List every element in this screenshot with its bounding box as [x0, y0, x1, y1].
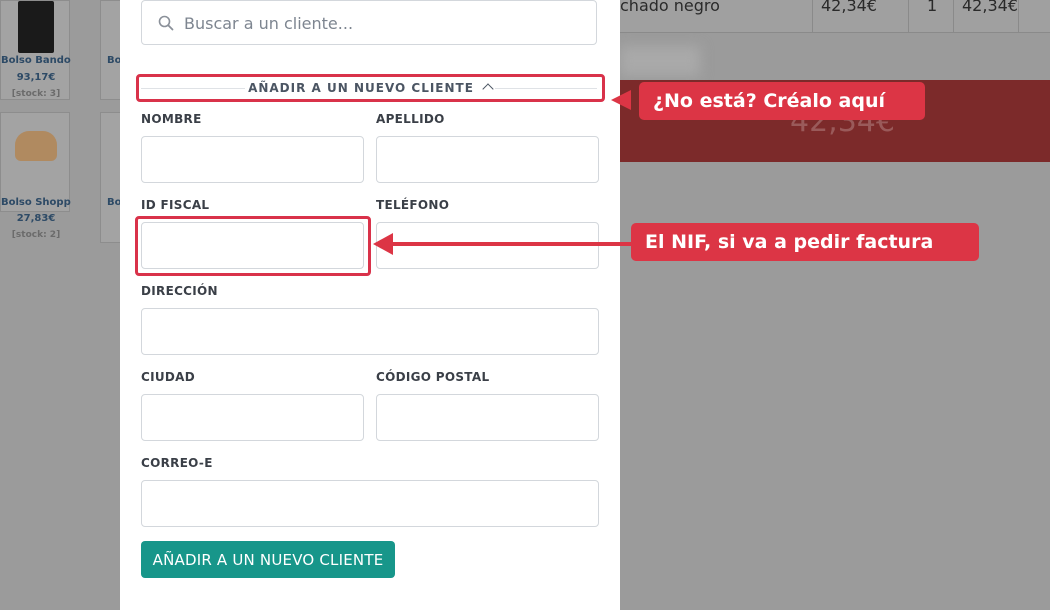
- highlight-new-client: [136, 74, 605, 102]
- product-image: [18, 1, 54, 53]
- email-label: CORREO-E: [141, 456, 213, 470]
- highlight-tax-id: [135, 216, 371, 276]
- product-stock: [stock: 2]: [11, 230, 61, 240]
- add-client-button[interactable]: AÑADIR A UN NUEVO CLIENTE: [141, 541, 395, 578]
- search-icon: [158, 15, 174, 31]
- address-label: DIRECCIÓN: [141, 284, 218, 298]
- ticket-line-total: 42,34€: [962, 0, 1018, 15]
- blurred-area: [620, 46, 700, 76]
- first-name-field[interactable]: [141, 136, 364, 183]
- product-card[interactable]: Bo: [100, 112, 122, 243]
- last-name-label: APELLIDO: [376, 112, 445, 126]
- callout-nif-hint: El NIF, si va a pedir factura: [631, 223, 979, 261]
- product-stock: [stock: 3]: [11, 89, 61, 99]
- arrow-line: [390, 242, 632, 246]
- arrow-left-icon: [611, 90, 631, 110]
- ticket-qty: 1: [927, 0, 938, 15]
- product-price: 93,17€: [16, 72, 56, 83]
- ticket-unit-price: 42,34€: [821, 0, 877, 15]
- ticket-divider: [908, 0, 909, 32]
- callout-create-here: ¿No está? Créalo aquí: [639, 82, 925, 120]
- product-image: [15, 131, 57, 161]
- address-field[interactable]: [141, 308, 599, 355]
- product-card[interactable]: Bolso Shoppe... 27,83€ [stock: 2]: [0, 112, 71, 240]
- search-box[interactable]: [141, 0, 597, 45]
- ticket-item-name: chado negro: [620, 0, 720, 15]
- product-name: Bolso Shoppe...: [1, 197, 71, 208]
- product-name: Bolso Bandol...: [1, 55, 71, 66]
- ticket-divider: [953, 0, 954, 32]
- email-field[interactable]: [141, 480, 599, 527]
- product-card[interactable]: Bo: [100, 0, 122, 100]
- ticket-divider: [1018, 0, 1019, 32]
- city-label: CIUDAD: [141, 370, 196, 384]
- tax-id-label: ID FISCAL: [141, 198, 210, 212]
- search-input[interactable]: [184, 13, 584, 33]
- last-name-field[interactable]: [376, 136, 599, 183]
- product-price: 27,83€: [16, 213, 56, 224]
- phone-label: TELÉFONO: [376, 198, 450, 212]
- product-card[interactable]: Bolso Bandol... 93,17€ [stock: 3]: [0, 0, 71, 100]
- first-name-label: NOMBRE: [141, 112, 202, 126]
- postal-code-field[interactable]: [376, 394, 599, 441]
- city-field[interactable]: [141, 394, 364, 441]
- ticket-line[interactable]: chado negro 42,34€ 1 42,34€: [620, 0, 1050, 33]
- postal-code-label: CÓDIGO POSTAL: [376, 370, 490, 384]
- ticket-divider: [812, 0, 813, 32]
